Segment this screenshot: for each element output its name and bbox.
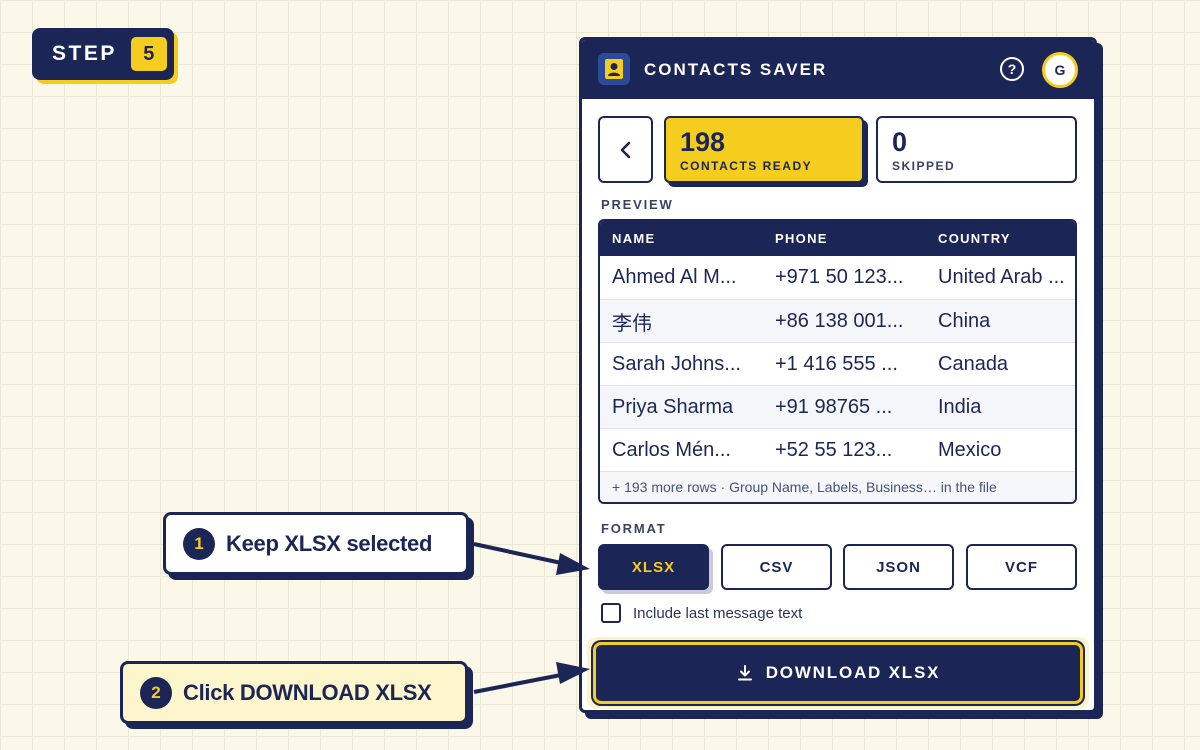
back-button[interactable] — [598, 116, 653, 183]
callout-1-text: Keep XLSX selected — [226, 530, 433, 556]
cell-name: Carlos Mén... — [612, 438, 731, 461]
cell-phone: +86 138 001... — [775, 309, 904, 332]
cell-country: Canada — [938, 352, 1009, 375]
cell-country: United Arab ... — [938, 266, 1065, 288]
cell-name: Sarah Johns... — [612, 352, 741, 375]
cell-country: China — [938, 309, 991, 332]
callout-1-number: 1 — [183, 527, 215, 560]
table-row: Priya Sharma +91 98765 ... India — [600, 385, 1075, 428]
format-label: FORMAT — [601, 521, 667, 536]
download-button[interactable]: DOWNLOAD XLSX — [593, 642, 1083, 704]
arrow-2 — [473, 662, 590, 694]
more-rows-note: + 193 more rows · Group Name, Labels, Bu… — [600, 471, 1075, 502]
cell-name: 李伟 — [612, 312, 652, 335]
format-json-button[interactable]: JSON — [843, 544, 954, 590]
contacts-ready-card: 198 CONTACTS READY — [664, 116, 864, 183]
help-icon[interactable]: ? — [1000, 57, 1024, 81]
contacts-ready-label: CONTACTS READY — [680, 159, 813, 173]
format-xlsx-button[interactable]: XLSX — [598, 544, 709, 590]
callout-2-text: Click DOWNLOAD XLSX — [183, 679, 432, 705]
skipped-card: 0 SKIPPED — [876, 116, 1077, 183]
table-row: Ahmed Al M... +971 50 123... United Arab… — [600, 256, 1075, 299]
column-header-phone: PHONE — [775, 231, 828, 246]
cell-phone: +971 50 123... — [775, 266, 904, 288]
cell-name: Ahmed Al M... — [612, 266, 737, 288]
format-vcf-button[interactable]: VCF — [966, 544, 1077, 590]
include-message-option[interactable]: Include last message text — [601, 603, 802, 623]
table-row: 李伟 +86 138 001... China — [600, 299, 1075, 342]
column-header-name: NAME — [612, 231, 656, 246]
contact-card-icon — [598, 53, 630, 85]
table-header: NAME PHONE COUNTRY — [600, 221, 1075, 256]
callout-1: 1 Keep XLSX selected — [163, 512, 469, 575]
include-message-checkbox[interactable] — [601, 603, 621, 623]
download-icon — [737, 665, 752, 681]
contacts-saver-panel: CONTACTS SAVER ? G 198 CONTACTS READY 0 … — [579, 37, 1097, 713]
chevron-left-icon — [620, 141, 630, 158]
callout-2: 2 Click DOWNLOAD XLSX — [120, 661, 468, 724]
cell-phone: +91 98765 ... — [775, 395, 893, 418]
preview-table: NAME PHONE COUNTRY Ahmed Al M... +971 50… — [598, 219, 1077, 504]
cell-name: Priya Sharma — [612, 395, 734, 418]
skipped-count: 0 — [892, 127, 908, 157]
preview-label: PREVIEW — [601, 197, 674, 212]
step-number: 5 — [130, 37, 167, 71]
cell-country: Mexico — [938, 438, 1002, 461]
cell-country: India — [938, 395, 982, 418]
avatar[interactable]: G — [1042, 52, 1078, 88]
table-row: Carlos Mén... +52 55 123... Mexico — [600, 428, 1075, 471]
step-badge: STEP 5 — [32, 28, 174, 80]
app-title: CONTACTS SAVER — [644, 60, 828, 79]
panel-header: CONTACTS SAVER ? G — [582, 40, 1094, 99]
arrow-1 — [473, 542, 590, 575]
step-label: STEP — [52, 42, 117, 65]
include-message-label: Include last message text — [633, 604, 803, 622]
skipped-label: SKIPPED — [892, 159, 956, 173]
cell-phone: +1 416 555 ... — [775, 352, 898, 375]
column-header-country: COUNTRY — [938, 231, 1011, 246]
contacts-ready-count: 198 — [680, 127, 726, 157]
format-csv-button[interactable]: CSV — [721, 544, 832, 590]
download-label: DOWNLOAD XLSX — [765, 663, 941, 682]
cell-phone: +52 55 123... — [775, 438, 893, 461]
table-row: Sarah Johns... +1 416 555 ... Canada — [600, 342, 1075, 385]
callout-2-number: 2 — [140, 676, 172, 709]
